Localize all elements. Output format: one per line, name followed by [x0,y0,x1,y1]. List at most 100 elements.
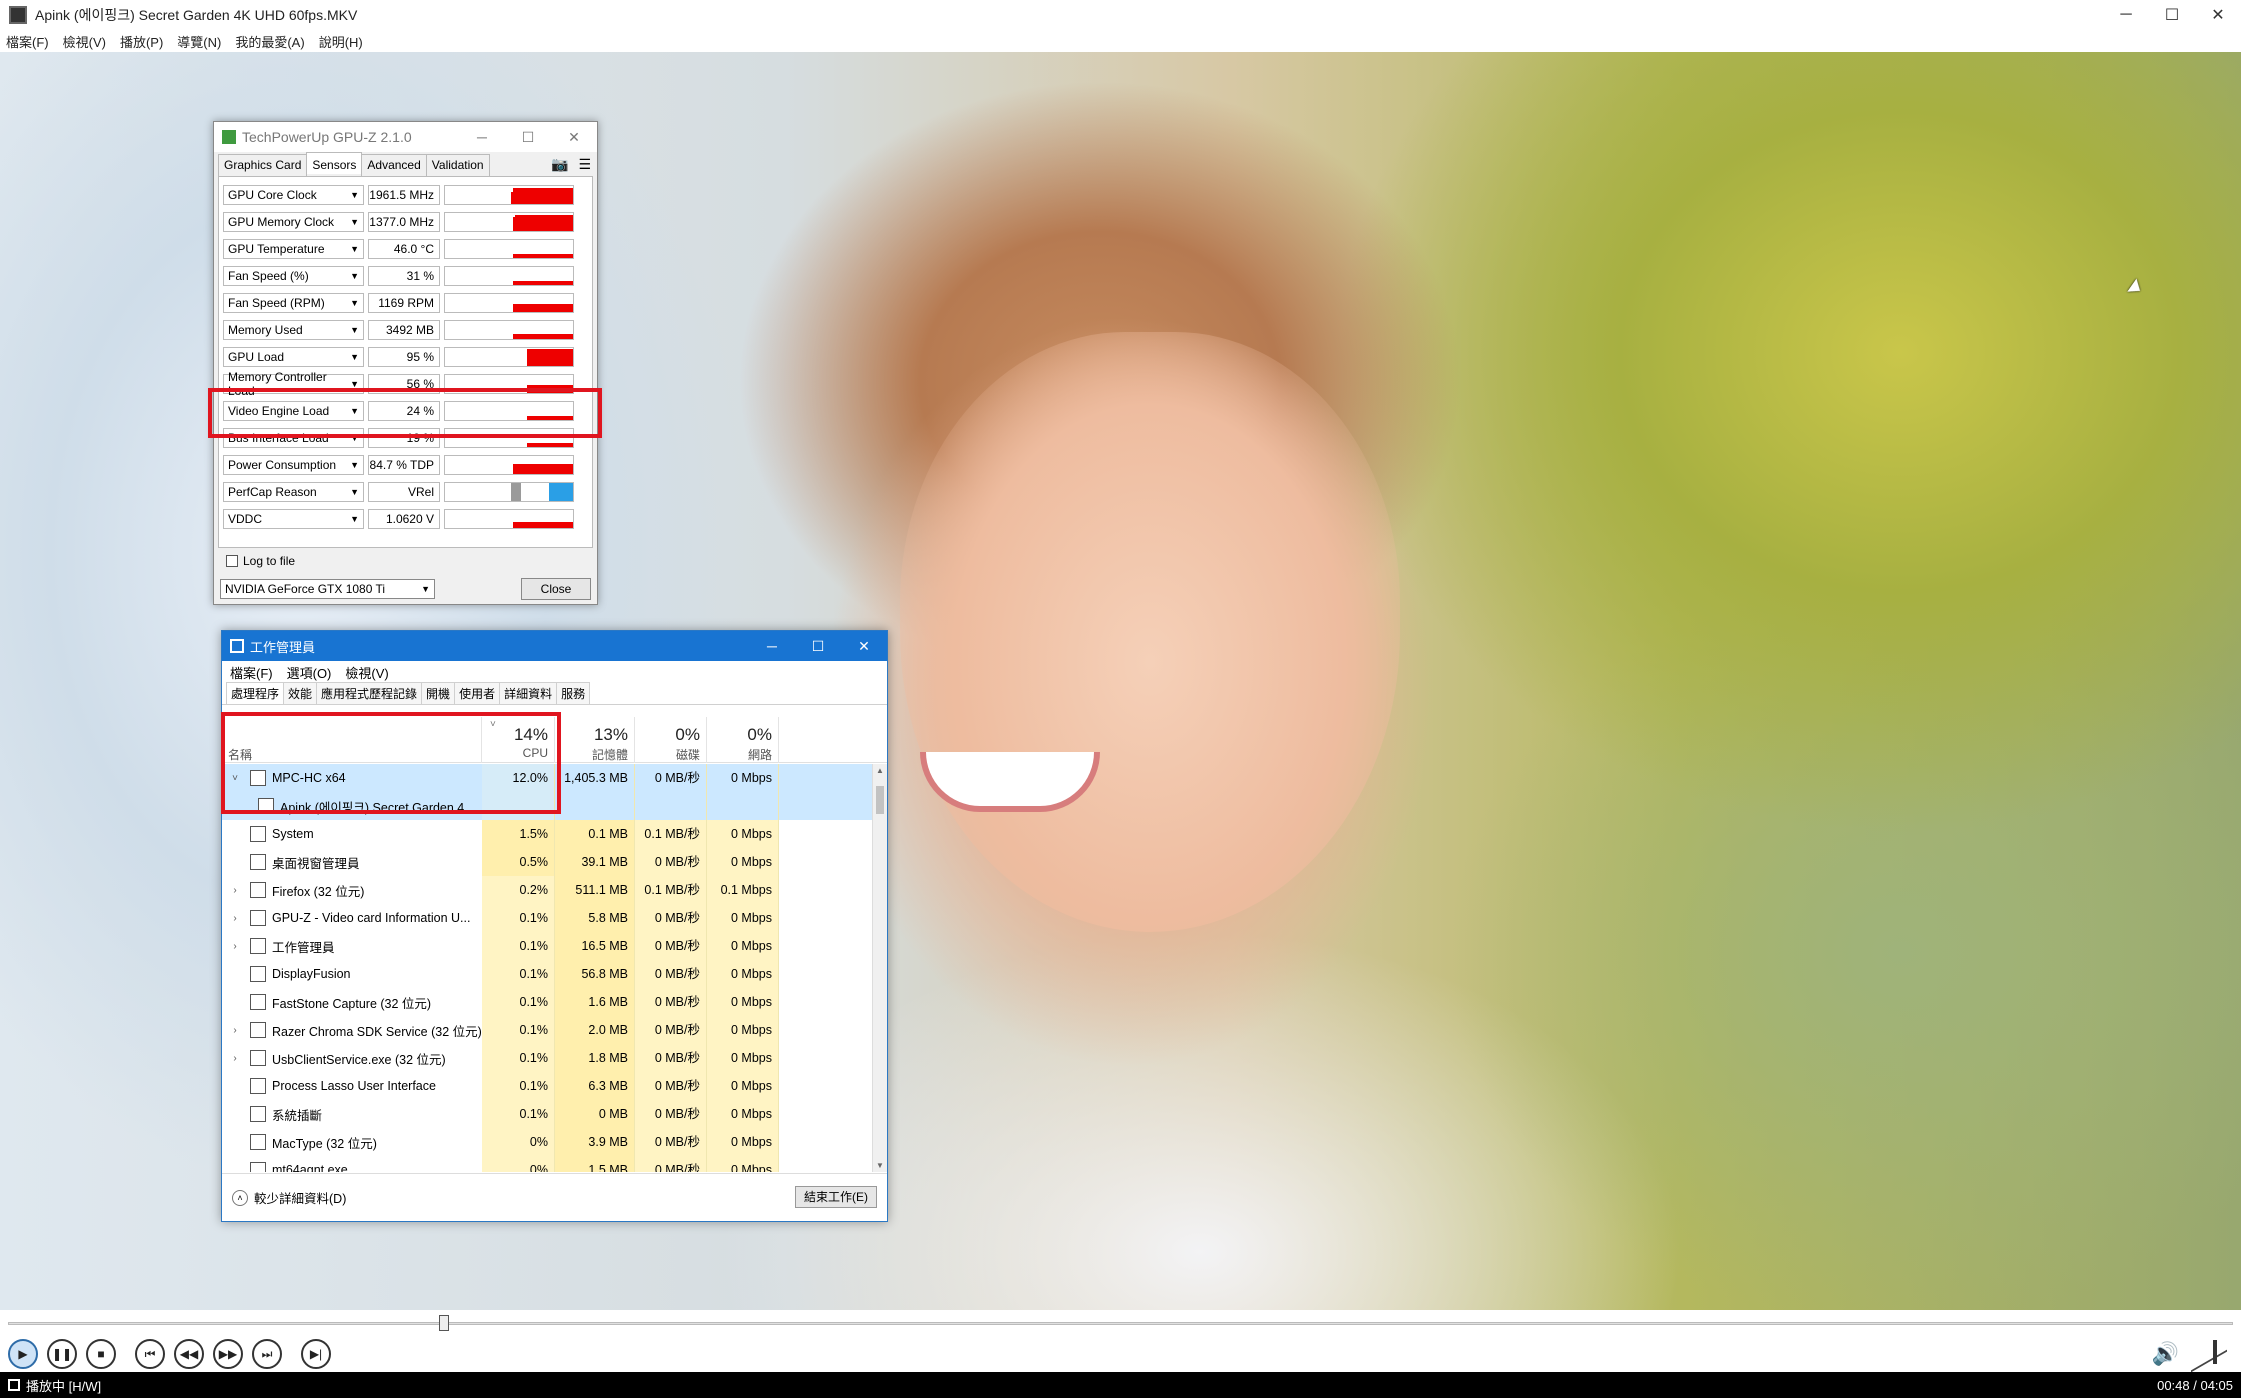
tab-performance[interactable]: 效能 [283,682,318,704]
table-row[interactable]: › UsbClientService.exe (32 位元) 0.1% 1.8 MB 0… [222,1044,872,1072]
col-memory-header[interactable]: 13% 記憶體 [555,717,635,763]
menu-file[interactable]: 檔案(F) [6,32,49,51]
tab-processes[interactable]: 處理程序 [226,682,285,704]
tab-sensors[interactable]: Sensors [306,152,363,174]
scroll-thumb[interactable] [876,786,884,814]
log-to-file-option[interactable]: Log to file [226,554,295,568]
tm-menu-file[interactable]: 檔案(F) [230,663,273,682]
table-row[interactable]: mt64agnt.exe 0% 1.5 MB 0 MB/秒 0 Mbps [222,1156,872,1172]
table-row[interactable]: › GPU-Z - Video card Information U... 0.1%… [222,904,872,932]
table-row[interactable]: MacType (32 位元) 0% 3.9 MB 0 MB/秒 0 Mbps [222,1128,872,1156]
tab-validation[interactable]: Validation [425,154,490,176]
gpuz-maximize-button[interactable]: ☐ [505,129,551,146]
seek-bar[interactable] [0,1310,2241,1336]
sensor-row: VDDC ▼ 1.0620 V [223,509,587,529]
tab-advanced[interactable]: Advanced [361,154,427,176]
stop-button[interactable]: ■ [86,1339,116,1369]
fewer-details-button[interactable]: ˄ 較少詳細資料(D) [232,1188,346,1207]
scroll-up-icon[interactable]: ▲ [873,766,887,775]
seek-thumb[interactable] [439,1315,449,1331]
table-row[interactable]: Apink (에이핑크) Secret Garden 4... [222,792,872,820]
sensor-name-dropdown[interactable]: Fan Speed (%) ▼ [223,266,364,286]
sensor-name-dropdown[interactable]: Fan Speed (RPM) ▼ [223,293,364,313]
maximize-button[interactable]: ☐ [2149,0,2195,30]
log-to-file-checkbox[interactable] [226,555,238,567]
table-row[interactable]: System 1.5% 0.1 MB 0.1 MB/秒 0 Mbps [222,820,872,848]
volume-slider[interactable] [2191,1340,2227,1366]
table-row[interactable]: 桌面視窗管理員 0.5% 39.1 MB 0 MB/秒 0 Mbps [222,848,872,876]
tab-startup[interactable]: 開機 [421,682,456,704]
end-task-button[interactable]: 結束工作(E) [795,1186,877,1208]
scroll-down-icon[interactable]: ▼ [873,1161,887,1170]
sensor-name-dropdown[interactable]: Memory Controller Load ▼ [223,370,364,398]
collapse-chevron-icon[interactable]: › [228,941,242,952]
gpuz-close-dialog-button[interactable]: Close [521,578,591,600]
collapse-chevron-icon[interactable]: › [228,1053,242,1064]
pause-button[interactable]: ❚❚ [47,1339,77,1369]
previous-button[interactable]: ⏮ [135,1339,165,1369]
fast-forward-button[interactable]: ▶▶ [213,1339,243,1369]
menu-navigate[interactable]: 導覽(N) [177,32,221,51]
collapse-chevron-icon[interactable]: › [228,885,242,896]
chevron-down-icon: ▼ [350,271,359,281]
sort-chevron-icon: ˅ [490,719,496,730]
sensor-name-dropdown[interactable]: Power Consumption ▼ [223,455,364,475]
tab-graphics-card[interactable]: Graphics Card [218,154,308,176]
seek-track[interactable] [8,1322,2233,1325]
sensor-graph [444,266,574,286]
col-network-header[interactable]: 0% 網路 [707,717,779,763]
sensor-name-dropdown[interactable]: GPU Memory Clock ▼ [223,212,364,232]
tab-users[interactable]: 使用者 [454,682,501,704]
table-row[interactable]: DisplayFusion 0.1% 56.8 MB 0 MB/秒 0 Mbps [222,960,872,988]
collapse-chevron-icon[interactable]: › [228,913,242,924]
taskmgr-close-button[interactable]: ✕ [841,638,887,655]
sensor-name-dropdown[interactable]: GPU Core Clock ▼ [223,185,364,205]
camera-icon[interactable]: 📷 [551,156,568,173]
table-row[interactable]: FastStone Capture (32 位元) 0.1% 1.6 MB 0 MB/… [222,988,872,1016]
sensor-name-dropdown[interactable]: GPU Temperature ▼ [223,239,364,259]
table-row[interactable]: › 工作管理員 0.1% 16.5 MB 0 MB/秒 0 Mbps [222,932,872,960]
sensor-name-dropdown[interactable]: PerfCap Reason ▼ [223,482,364,502]
col-disk-header[interactable]: 0% 磁碟 [635,717,707,763]
table-row[interactable]: ˅ MPC-HC x64 12.0% 1,405.3 MB 0 MB/秒 0 Mbps [222,764,872,792]
taskmgr-minimize-button[interactable]: ─ [749,638,795,654]
table-row[interactable]: 系統插斷 0.1% 0 MB 0 MB/秒 0 Mbps [222,1100,872,1128]
tab-app-history[interactable]: 應用程式歷程記錄 [316,682,423,704]
col-cpu-header[interactable]: ˅ 14% CPU [482,717,555,763]
close-button[interactable]: ✕ [2195,0,2241,30]
menu-view[interactable]: 檢視(V) [63,32,106,51]
sensor-name-dropdown[interactable]: VDDC ▼ [223,509,364,529]
rewind-button[interactable]: ◀◀ [174,1339,204,1369]
sensor-name-dropdown[interactable]: Bus Interface Load ▼ [223,428,364,448]
taskmgr-footer: ˄ 較少詳細資料(D) 結束工作(E) [222,1173,887,1221]
expand-chevron-icon[interactable]: ˅ [228,773,242,784]
table-row[interactable]: › Firefox (32 位元) 0.2% 511.1 MB 0.1 MB/秒 0.1 … [222,876,872,904]
tm-menu-options[interactable]: 選項(O) [287,663,332,682]
play-button[interactable]: ▶ [8,1339,38,1369]
memory-cell: 1.8 MB [555,1044,635,1072]
taskmgr-maximize-button[interactable]: ☐ [795,638,841,655]
frame-step-button[interactable]: ▶| [301,1339,331,1369]
tm-menu-view[interactable]: 檢視(V) [345,663,388,682]
collapse-chevron-icon[interactable]: › [228,1025,242,1036]
tab-services[interactable]: 服務 [556,682,591,704]
col-name-header[interactable]: 名稱 [222,717,482,763]
volume-icon[interactable]: 🔊 [2152,1341,2179,1367]
process-list-scrollbar[interactable]: ▲ ▼ [872,764,887,1172]
sensor-name-dropdown[interactable]: Video Engine Load ▼ [223,401,364,421]
hamburger-menu-icon[interactable]: ☰ [578,156,591,173]
sensor-name-dropdown[interactable]: GPU Load ▼ [223,347,364,367]
sensor-name-dropdown[interactable]: Memory Used ▼ [223,320,364,340]
minimize-button[interactable]: ─ [2103,0,2149,30]
gpuz-minimize-button[interactable]: ─ [459,129,505,145]
gpuz-close-button[interactable]: ✕ [551,129,597,146]
menu-help[interactable]: 說明(H) [319,32,363,51]
tab-details[interactable]: 詳細資料 [499,682,558,704]
table-row[interactable]: › Razer Chroma SDK Service (32 位元) 0.1% 2.0… [222,1016,872,1044]
menu-favorites[interactable]: 我的最愛(A) [235,32,304,51]
table-row[interactable]: Process Lasso User Interface 0.1% 6.3 MB 0 … [222,1072,872,1100]
menu-play[interactable]: 播放(P) [120,32,163,51]
next-button[interactable]: ⏭ [252,1339,282,1369]
gpu-select[interactable]: NVIDIA GeForce GTX 1080 Ti ▼ [220,579,435,599]
disk-cell [635,792,707,820]
